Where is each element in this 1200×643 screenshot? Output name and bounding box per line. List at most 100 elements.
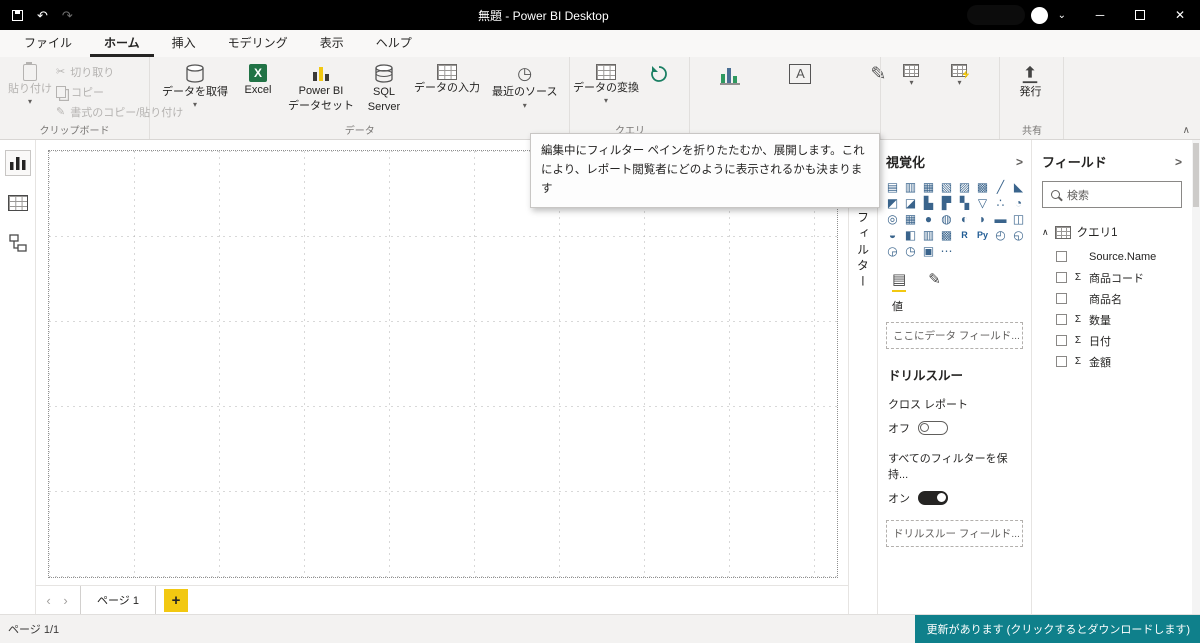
paste-button: 貼り付け ▾ [8, 62, 52, 108]
field-row-日付[interactable]: Σ 日付 [1056, 332, 1182, 349]
more-visuals-icon[interactable]: ⋯ [940, 245, 953, 258]
new-measure-button[interactable]: ▾ [889, 62, 933, 89]
100-stacked-bar-chart-icon[interactable]: ▨ [958, 181, 971, 194]
prev-page-arrow[interactable]: ‹ [40, 589, 57, 611]
collapse-ribbon-icon[interactable]: ∧ [1183, 125, 1190, 136]
waterfall-chart-icon[interactable]: ▚ [958, 197, 971, 210]
scrollbar-thumb[interactable] [1193, 143, 1199, 207]
scatter-chart-icon[interactable]: ∴ [994, 197, 1007, 210]
publish-button[interactable]: 発行 [1008, 62, 1052, 101]
field-label: 数量 [1089, 314, 1111, 327]
fields-tab[interactable]: ▤ [892, 270, 907, 292]
stacked-bar-chart-icon[interactable]: ▤ [886, 181, 899, 194]
field-checkbox[interactable] [1056, 356, 1067, 367]
next-page-arrow[interactable]: › [57, 589, 74, 611]
save-icon[interactable] [12, 9, 23, 21]
pie-chart-icon[interactable]: ◔ [1012, 197, 1025, 210]
report-view-icon [9, 157, 25, 170]
drillthrough-field-well[interactable]: ドリルスルー フィールド... [886, 520, 1023, 547]
refresh-button[interactable] [637, 62, 681, 86]
funnel-chart-icon[interactable]: ▽ [976, 197, 989, 210]
multi-row-card-icon[interactable]: ◫ [1012, 213, 1025, 226]
decomposition-tree-icon[interactable]: ◵ [1012, 229, 1025, 242]
gauge-chart-icon[interactable]: ◗ [976, 213, 989, 226]
line-and-clustered-column-chart-icon[interactable]: ▙ [922, 197, 935, 210]
field-row-商品コード[interactable]: Σ 商品コード [1056, 269, 1182, 286]
field-checkbox[interactable] [1056, 293, 1067, 304]
cross-report-toggle[interactable] [918, 421, 948, 435]
field-checkbox[interactable] [1056, 335, 1067, 346]
map-icon[interactable]: ● [922, 213, 935, 226]
text-box-button[interactable]: A [778, 62, 822, 86]
add-page-button[interactable]: + [163, 588, 188, 612]
filled-map-icon[interactable]: ◍ [940, 213, 953, 226]
transform-data-button[interactable]: データの変換 ▾ [573, 62, 639, 107]
shape-map-icon[interactable]: ◐ [958, 213, 971, 226]
account-chevron-icon[interactable]: ⌄ [1058, 10, 1066, 21]
key-influencers-icon[interactable]: ◴ [994, 229, 1007, 242]
update-notification[interactable]: 更新があります (クリックするとダウンロードします) [915, 615, 1200, 643]
model-view-button[interactable] [5, 230, 31, 256]
menu-tab-表示[interactable]: 表示 [306, 29, 358, 57]
close-button[interactable]: ✕ [1160, 0, 1200, 30]
treemap-chart-icon[interactable]: ▦ [904, 213, 917, 226]
report-view-button[interactable] [4, 150, 31, 176]
field-row-商品名[interactable]: 商品名 [1056, 290, 1182, 307]
undo-icon[interactable]: ↶ [37, 9, 48, 22]
matrix-visual-icon[interactable]: ▩ [940, 229, 953, 242]
qna-visual-icon[interactable]: ◶ [886, 245, 899, 258]
python-visual-icon[interactable]: Py [976, 229, 989, 242]
recent-sources-button[interactable]: ◷ 最近のソース ▾ [488, 62, 561, 112]
menu-tab-モデリング[interactable]: モデリング [214, 29, 302, 57]
menu-tab-ヘルプ[interactable]: ヘルプ [362, 29, 426, 57]
kpi-visual-icon[interactable]: ◒ [886, 229, 899, 242]
collapse-table-icon[interactable]: ∧ [1042, 227, 1049, 238]
field-checkbox[interactable] [1056, 251, 1067, 262]
stacked-area-chart-icon[interactable]: ◩ [886, 197, 899, 210]
smart-narrative-icon[interactable]: ◷ [904, 245, 917, 258]
paginated-report-icon[interactable]: ▣ [922, 245, 935, 258]
report-page[interactable] [48, 150, 838, 578]
clustered-bar-chart-icon[interactable]: ▦ [922, 181, 935, 194]
excel-button[interactable]: X Excel [236, 62, 280, 99]
line-chart-icon[interactable]: ╱ [994, 181, 1007, 194]
new-visual-button[interactable] [708, 62, 752, 88]
area-chart-icon[interactable]: ◣ [1012, 181, 1025, 194]
sql-server-button[interactable]: SQL Server [362, 62, 406, 116]
donut-chart-icon[interactable]: ◎ [886, 213, 899, 226]
avatar[interactable] [1030, 6, 1048, 24]
r-script-visual-icon[interactable]: R [958, 229, 971, 242]
card-visual-icon[interactable]: ▬ [994, 213, 1007, 226]
format-tab[interactable]: ✎ [928, 270, 941, 292]
field-row-金額[interactable]: Σ 金額 [1056, 353, 1182, 370]
menu-tab-挿入[interactable]: 挿入 [158, 29, 210, 57]
slicer-icon[interactable]: ◧ [904, 229, 917, 242]
100-stacked-column-chart-icon[interactable]: ▩ [976, 181, 989, 194]
field-row-数量[interactable]: Σ 数量 [1056, 311, 1182, 328]
ribbon-chart-icon[interactable]: ▛ [940, 197, 953, 210]
values-field-well[interactable]: ここにデータ フィールド... [886, 322, 1023, 349]
table-node-query1[interactable]: ∧ クエリ1 [1042, 224, 1182, 240]
maximize-button[interactable] [1120, 0, 1160, 30]
menu-tab-ホーム[interactable]: ホーム [90, 29, 154, 57]
field-checkbox[interactable] [1056, 272, 1067, 283]
data-view-button[interactable] [5, 190, 31, 216]
field-checkbox[interactable] [1056, 314, 1067, 325]
line-and-stacked-column-chart-icon[interactable]: ◪ [904, 197, 917, 210]
collapse-visualizations-icon[interactable]: > [1016, 155, 1023, 169]
powerbi-datasets-button[interactable]: Power BI データセット [284, 62, 358, 115]
fields-scrollbar[interactable] [1192, 140, 1200, 614]
minimize-button[interactable]: ─ [1080, 0, 1120, 30]
keep-filters-toggle[interactable] [918, 491, 948, 505]
page-tab[interactable]: ページ 1 [80, 585, 156, 615]
table-visual-icon[interactable]: ▥ [922, 229, 935, 242]
collapse-fields-icon[interactable]: > [1175, 155, 1182, 169]
field-row-Source.Name[interactable]: Source.Name [1056, 248, 1182, 265]
enter-data-button[interactable]: データの入力 [410, 62, 484, 97]
menu-tab-ファイル[interactable]: ファイル [10, 29, 86, 57]
stacked-column-chart-icon[interactable]: ▥ [904, 181, 917, 194]
clustered-column-chart-icon[interactable]: ▧ [940, 181, 953, 194]
get-data-button[interactable]: データを取得 ▾ [158, 62, 232, 111]
search-input[interactable]: 検索 [1042, 181, 1182, 208]
quick-measure-button[interactable]: ▾ [937, 62, 981, 89]
